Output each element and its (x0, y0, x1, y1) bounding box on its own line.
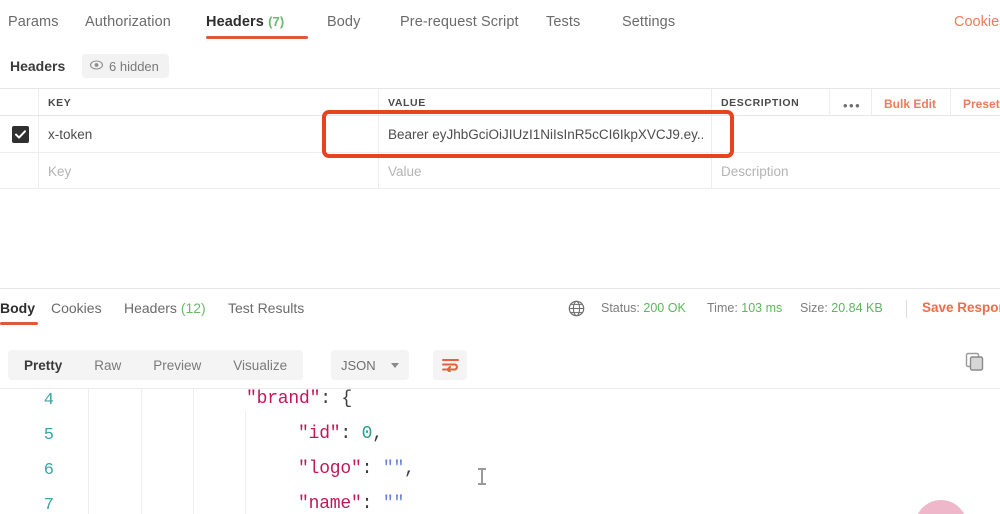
tab-body-label: Body (327, 14, 361, 30)
globe-icon[interactable] (568, 300, 585, 322)
tab-headers-label: Headers (206, 14, 264, 30)
chevron-down-icon (391, 362, 399, 368)
tab-body[interactable]: Body (327, 14, 360, 30)
eye-icon (89, 57, 104, 75)
status-label: Status: (601, 301, 640, 315)
text-cursor (478, 468, 486, 485)
format-tab-pretty[interactable]: Pretty (8, 358, 78, 373)
tab-tests[interactable]: Tests (546, 14, 580, 30)
tab-params[interactable]: Params (8, 14, 59, 30)
headers-subheader: Headers 6 hidden (0, 50, 1000, 86)
new-row-description-input[interactable]: Description (721, 164, 789, 179)
word-wrap-icon[interactable] (433, 350, 467, 380)
response-tab-cookies-label: Cookies (51, 300, 102, 316)
time-badge: Time: 103 ms (707, 301, 782, 315)
cookies-link[interactable]: Cookies (954, 14, 1000, 30)
format-tab-raw[interactable]: Raw (78, 358, 137, 373)
column-header-key: KEY (48, 97, 72, 109)
tab-tests-label: Tests (546, 14, 581, 30)
size-label: Size: (800, 301, 828, 315)
response-tab-body-label: Body (0, 300, 35, 316)
code-line: "name": "" (298, 494, 405, 514)
tab-headers[interactable]: Headers (7) (206, 14, 284, 30)
response-language-select[interactable]: JSON (331, 350, 409, 380)
tab-headers-count: (7) (268, 14, 285, 29)
hidden-headers-toggle[interactable]: 6 hidden (82, 54, 169, 78)
tab-authorization[interactable]: Authorization (85, 14, 171, 30)
bulk-edit-button[interactable]: Bulk Edit (884, 97, 936, 111)
header-value-cell[interactable]: Bearer eyJhbGciOiJIUzI1NiIsInR5cCI6IkpXV… (388, 127, 703, 142)
header-key-cell[interactable]: x-token (48, 127, 368, 142)
response-body-code[interactable]: 4 5 6 7 "brand": { "id": 0, "logo": "", … (0, 389, 1000, 514)
more-options-icon[interactable]: ••• (843, 98, 861, 113)
copy-icon[interactable] (965, 352, 985, 377)
status-badge: Status: 200 OK (601, 301, 686, 315)
response-active-tab-underline (0, 322, 38, 325)
time-value: 103 ms (741, 301, 783, 315)
code-gutter: 4 5 6 7 (0, 389, 68, 514)
response-tab-headers[interactable]: Headers (12) (124, 300, 206, 316)
new-row-value-input[interactable]: Value (388, 164, 422, 179)
response-language-value: JSON (341, 357, 376, 373)
table-row-new[interactable]: Key Value Description (0, 153, 1000, 189)
status-value: 200 OK (643, 301, 686, 315)
line-number: 5 (43, 426, 54, 445)
response-tab-headers-count: (12) (180, 300, 206, 316)
tab-settings[interactable]: Settings (622, 14, 675, 30)
postman-request-response-panel: Params Authorization Headers (7) Body Pr… (0, 0, 1000, 514)
response-tab-test-results[interactable]: Test Results (228, 300, 304, 316)
size-badge: Size: 20.84 KB (800, 301, 883, 315)
headers-section-title: Headers (10, 58, 66, 74)
code-line: "brand": { (246, 389, 353, 409)
hidden-headers-count: 6 hidden (109, 58, 159, 74)
line-number: 6 (43, 461, 54, 480)
presets-button[interactable]: Presets (963, 97, 1000, 111)
time-label: Time: (707, 301, 738, 315)
request-tab-bar: Params Authorization Headers (7) Body Pr… (0, 0, 1000, 48)
headers-table: KEY VALUE DESCRIPTION ••• Bulk Edit Pres… (0, 88, 1000, 189)
column-header-value: VALUE (388, 97, 426, 109)
row-enabled-checkbox[interactable] (12, 126, 29, 143)
tab-params-label: Params (8, 14, 59, 30)
tab-authorization-label: Authorization (85, 14, 171, 30)
line-number: 7 (43, 496, 54, 514)
line-number: 4 (43, 391, 54, 410)
new-row-key-input[interactable]: Key (48, 164, 71, 179)
response-tab-bar: Body Cookies Headers (12) Test Results S… (0, 300, 1000, 334)
tab-pre-request-script[interactable]: Pre-request Script (400, 14, 519, 30)
column-header-description: DESCRIPTION (721, 97, 800, 109)
active-tab-underline (206, 36, 308, 39)
format-tab-visualize[interactable]: Visualize (217, 358, 303, 373)
response-tab-headers-label: Headers (124, 300, 177, 316)
response-tab-test-results-label: Test Results (228, 300, 305, 316)
format-tab-preview[interactable]: Preview (137, 358, 217, 373)
tab-pre-request-script-label: Pre-request Script (400, 14, 519, 30)
save-response-button[interactable]: Save Response (922, 300, 1000, 315)
code-line: "id": 0, (298, 424, 383, 444)
table-row[interactable]: x-token Bearer eyJhbGciOiJIUzI1NiIsInR5c… (0, 116, 1000, 153)
response-tab-body[interactable]: Body (0, 300, 35, 316)
tab-settings-label: Settings (622, 14, 676, 30)
format-tab-group: Pretty Raw Preview Visualize (8, 350, 304, 380)
size-value: 20.84 KB (831, 301, 883, 315)
headers-table-head: KEY VALUE DESCRIPTION ••• Bulk Edit Pres… (0, 88, 1000, 116)
code-line: "logo": "", (298, 459, 415, 479)
response-pane-divider (0, 288, 1000, 289)
response-tab-cookies[interactable]: Cookies (51, 300, 102, 316)
